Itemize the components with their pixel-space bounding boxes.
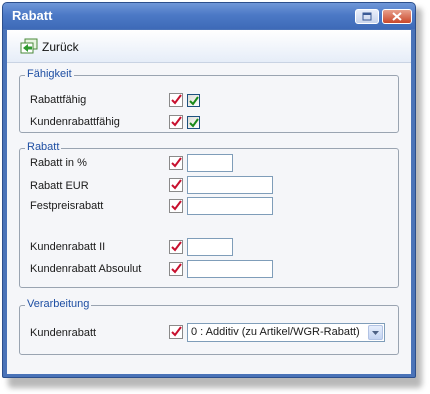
checkmark-icon: [189, 96, 199, 106]
toolbar: Zurück: [7, 30, 411, 63]
festpreisrabatt-input[interactable]: [187, 197, 273, 215]
kundenrabatt-absoulut-label: Kundenrabatt Absoulut: [30, 263, 142, 275]
verarbeitung-group-title: Verarbeitung: [25, 298, 92, 310]
edit-flag-icon[interactable]: [169, 156, 183, 170]
edit-flag-icon[interactable]: [169, 262, 183, 276]
kundenrabatt-selected-value: 0 : Additiv (zu Artikel/WGR-Rabatt): [191, 326, 360, 338]
edit-flag-icon[interactable]: [169, 115, 183, 129]
rabatt-prozent-input[interactable]: [187, 154, 233, 172]
rabatt-eur-label: Rabatt EUR: [30, 180, 89, 192]
back-button[interactable]: Zurück: [42, 40, 79, 54]
rabatt-window: Rabatt Zurück Fähigkeit Rabattfähig Kund…: [2, 2, 416, 378]
edit-flag-icon[interactable]: [169, 240, 183, 254]
faehigkeit-group-title: Fähigkeit: [25, 68, 74, 80]
kundenrabattfaehig-checkbox[interactable]: [187, 116, 200, 129]
title-bar[interactable]: Rabatt: [3, 3, 415, 29]
rabatt-prozent-label: Rabatt in %: [30, 157, 87, 169]
maximize-icon: [362, 12, 372, 21]
kundenrabatt-ii-label: Kundenrabatt II: [30, 241, 106, 253]
dialog-body: Zurück Fähigkeit Rabattfähig Kundenrabat…: [7, 30, 411, 374]
maximize-button[interactable]: [355, 9, 379, 24]
rabattfaehig-label: Rabattfähig: [30, 94, 87, 106]
rabattfaehig-checkbox[interactable]: [187, 94, 200, 107]
rabatt-group-title: Rabatt: [25, 141, 62, 153]
back-arrow-icon[interactable]: [20, 38, 38, 54]
edit-flag-icon[interactable]: [169, 178, 183, 192]
edit-flag-icon[interactable]: [169, 199, 183, 213]
kundenrabatt-ii-input[interactable]: [187, 238, 233, 256]
dropdown-button[interactable]: [368, 325, 383, 340]
festpreisrabatt-label: Festpreisrabatt: [30, 200, 104, 212]
kundenrabatt-absoulut-input[interactable]: [187, 260, 273, 278]
kundenrabatt-select[interactable]: 0 : Additiv (zu Artikel/WGR-Rabatt): [187, 323, 385, 342]
kundenrabatt-label: Kundenrabatt: [30, 327, 97, 339]
close-button[interactable]: [382, 9, 412, 24]
close-icon: [392, 12, 402, 21]
edit-flag-icon[interactable]: [169, 325, 183, 339]
window-title: Rabatt: [12, 8, 53, 23]
chevron-down-icon: [372, 331, 379, 335]
rabatt-eur-input[interactable]: [187, 176, 273, 194]
checkmark-icon: [189, 118, 199, 128]
kundenrabattfaehig-label: Kundenrabattfähig: [30, 116, 120, 128]
edit-flag-icon[interactable]: [169, 93, 183, 107]
